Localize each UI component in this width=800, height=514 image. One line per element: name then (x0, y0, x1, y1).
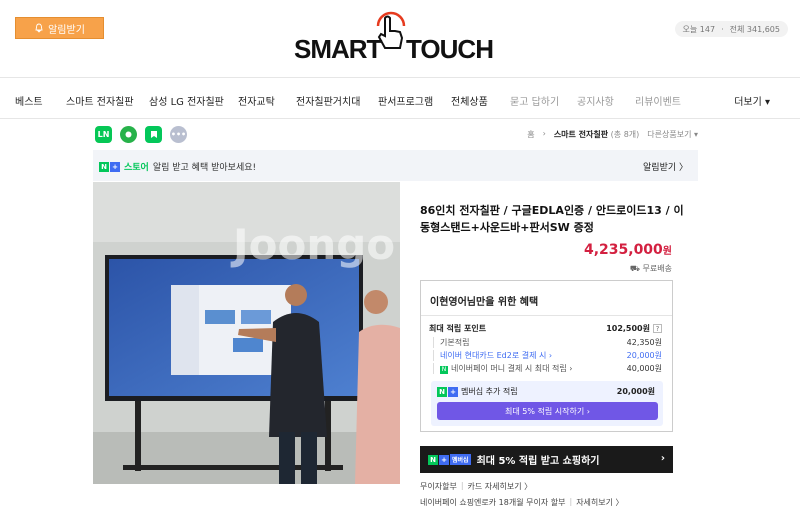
installment-info: 무이자할부 | 카드 자세히보기 〉 (420, 481, 533, 492)
nav-item-qna[interactable]: 묻고 답하기 (510, 93, 559, 108)
benefit-row: 네이버 현대카드 Ed2로 결제 시 › 20,000원 (429, 350, 662, 361)
truck-icon: ⛟ (629, 264, 640, 273)
naver-blog-icon[interactable] (145, 126, 162, 143)
breadcrumb-home[interactable]: 홈 (527, 129, 534, 140)
benefit-row-value: 42,350원 (626, 338, 662, 347)
max-points-label: 최대 적립 포인트 (429, 324, 487, 333)
chevron-right-icon: › (660, 453, 665, 464)
product-title: 86인치 전자칠판 / 구글EDLA인증 / 안드로이드13 / 이동형스탠드+… (420, 204, 684, 234)
benefit-row-value: 20,000원 (626, 351, 662, 360)
benefit-heading: 이현영어님만을 위한 혜택 (430, 297, 539, 308)
max-points-value: 102,500원 (606, 324, 650, 333)
share-row: LN ••• 홈 › 스마트 전자칠판 (총 8개) 다른상품보기 ▾ (93, 124, 698, 146)
npay-installment-label: 네이버페이 쇼핑엔로카 18개월 무이자 할부 (420, 498, 566, 507)
breadcrumb-current[interactable]: 스마트 전자칠판 (554, 130, 608, 139)
nav-item-smart-board[interactable]: 스마트 전자칠판 (66, 93, 134, 108)
npay-installment-info: 네이버페이 쇼핑엔로카 18개월 무이자 할부 | 자세히보기 〉 (420, 497, 624, 508)
membership-value: 20,000원 (616, 387, 655, 396)
card-benefit-link[interactable]: 네이버 현대카드 Ed2로 결제 시 › (433, 350, 552, 361)
bell-icon (35, 23, 43, 33)
store-label: 스토어 (124, 163, 149, 173)
today-label: 오늘 (682, 24, 698, 34)
price-unit: 원 (662, 246, 672, 257)
alarm-button-label: 알림받기 (48, 24, 85, 36)
nav-item-software[interactable]: 판서프로그램 (378, 93, 433, 108)
nav-item-all-products[interactable]: 전체상품 (451, 93, 488, 108)
shipping-info: ⛟ 무료배송 (630, 263, 672, 274)
alarm-button[interactable]: 알림받기 (15, 17, 104, 39)
visitor-counter: 오늘 147 · 전체 341,605 (674, 21, 788, 37)
nav-more-button[interactable]: 더보기 ▾ (734, 93, 770, 108)
breadcrumb-count: (총 8개) (610, 130, 640, 139)
kakao-story-icon[interactable] (120, 126, 137, 143)
benefit-row: 기본적립 42,350원 (429, 337, 662, 348)
total-count: 341,605 (746, 24, 780, 34)
membership-badge: N + 멤버십 (428, 454, 471, 465)
nav-item-stand[interactable]: 전자칠판거치대 (296, 93, 360, 108)
card-detail-link[interactable]: 카드 자세히보기 〉 (468, 481, 533, 492)
nav-item-samsung-lg[interactable]: 삼성 LG 전자칠판 (149, 93, 224, 108)
price-value: 4,235,000 (583, 242, 663, 258)
today-count: 147 (699, 24, 716, 34)
breadcrumb: 홈 › 스마트 전자칠판 (총 8개) 다른상품보기 ▾ (527, 129, 698, 140)
membership-promo-banner[interactable]: N + 멤버십 최대 5% 적립 받고 쇼핑하기 › (420, 446, 673, 473)
npay-icon: N (440, 366, 448, 374)
nav-item-notice[interactable]: 공지사항 (577, 93, 614, 108)
store-alarm-banner: N + 스토어 알림 받고 혜택 받아보세요! 알림받기 〉 (93, 150, 698, 181)
naver-plus-icon: N + (437, 386, 458, 397)
logo-text-left: SMART (294, 34, 382, 64)
installment-label: 무이자할부 (420, 482, 457, 491)
membership-box: N + 멤버십 추가 적립 20,000원 최대 5% 적립 시작하기 › (431, 381, 663, 426)
help-icon[interactable]: ? (653, 324, 662, 333)
more-share-icon[interactable]: ••• (170, 126, 187, 143)
shipping-label: 무료배송 (642, 264, 672, 273)
other-products-button[interactable]: 다른상품보기 ▾ (647, 129, 698, 140)
nav-item-lectern[interactable]: 전자교탁 (238, 93, 275, 108)
membership-label: 멤버십 추가 적립 (461, 387, 518, 396)
npay-detail-link[interactable]: 자세히보기 〉 (576, 497, 623, 508)
max-points-row: 최대 적립 포인트 102,500원? (429, 323, 662, 334)
naver-plus-icon: N + (99, 161, 120, 172)
promo-text: 최대 5% 적립 받고 쇼핑하기 (476, 456, 600, 467)
category-nav: 베스트 스마트 전자칠판 삼성 LG 전자칠판 전자교탁 전자칠판거치대 판서프… (0, 79, 800, 119)
logo-text-right: TOUCH (406, 34, 494, 64)
store-banner-text: 알림 받고 혜택 받아보세요! (152, 163, 257, 173)
benefit-row: N 네이버페이 머니 결제 시 최대 적립 › 40,000원 (429, 363, 662, 374)
naverpay-benefit-link[interactable]: N 네이버페이 머니 결제 시 최대 적립 › (433, 363, 573, 374)
store-alarm-button[interactable]: 알림받기 〉 (643, 160, 688, 173)
benefit-row-value: 40,000원 (626, 364, 662, 373)
nav-item-review-event[interactable]: 리뷰이벤트 (635, 93, 681, 108)
store-logo[interactable]: SMART TOUCH (292, 4, 498, 64)
benefit-row-label: 기본적립 (433, 337, 469, 348)
watermark-text: Joongo (233, 220, 396, 269)
product-price: 4,235,000원 (584, 242, 672, 258)
total-label: 전체 (729, 24, 745, 34)
npay-benefit-label: 네이버페이 머니 결제 시 최대 적립 › (451, 364, 573, 373)
membership-start-button[interactable]: 최대 5% 적립 시작하기 › (437, 402, 658, 420)
benefit-box: 이현영어님만을 위한 혜택 최대 적립 포인트 102,500원? 기본적립 4… (420, 280, 673, 432)
nav-item-best[interactable]: 베스트 (15, 93, 43, 108)
membership-badge-label: 멤버십 (450, 454, 471, 465)
line-share-icon[interactable]: LN (95, 126, 112, 143)
site-header: 알림받기 SMART TOUCH 오늘 147 · 전체 341,605 (0, 0, 800, 78)
product-image[interactable]: Joongo (93, 182, 400, 484)
